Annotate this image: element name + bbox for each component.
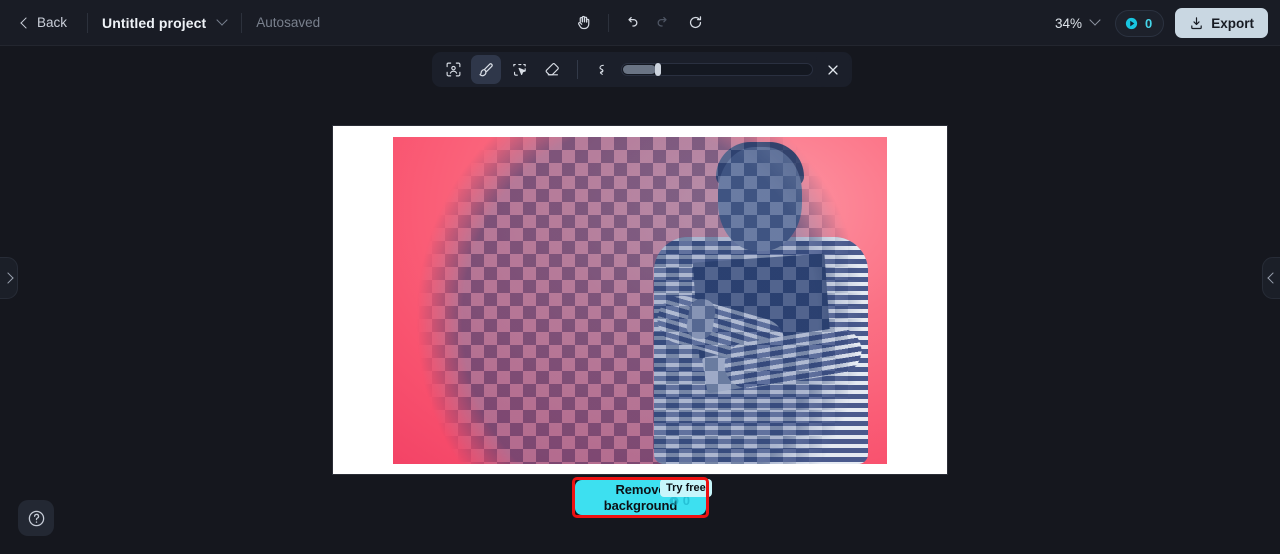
- select-subject-icon: [446, 62, 460, 77]
- image-editor-app: Back Untitled project Autosaved 34% 0 Ex…: [0, 0, 1280, 554]
- download-icon: [1191, 16, 1203, 29]
- slider-handle[interactable]: [655, 63, 661, 76]
- help-circle-icon: [28, 510, 44, 526]
- chevron-down-icon: [1090, 18, 1100, 28]
- close-brush-panel-button[interactable]: [816, 52, 850, 87]
- zoom-control[interactable]: 34%: [1051, 12, 1104, 35]
- credits-count: 0: [1145, 15, 1153, 31]
- chevron-down-icon: [217, 18, 227, 28]
- redo-button[interactable]: [649, 8, 679, 38]
- credits-badge[interactable]: 0: [1115, 9, 1165, 37]
- export-button-label: Export: [1211, 15, 1254, 31]
- canvas-image[interactable]: [393, 137, 887, 464]
- brush-tool-panel: [432, 52, 852, 87]
- help-button[interactable]: [18, 500, 54, 536]
- back-button[interactable]: Back: [14, 10, 73, 35]
- project-title[interactable]: Untitled project: [102, 15, 206, 31]
- brush-size-control: [588, 60, 846, 80]
- topbar-right-group: 34% 0 Export: [1051, 0, 1268, 46]
- chevron-left-icon: [20, 18, 30, 28]
- divider: [577, 60, 578, 79]
- reset-button[interactable]: [681, 8, 711, 38]
- brush-button[interactable]: [471, 55, 501, 84]
- magic-select-button[interactable]: [504, 55, 534, 84]
- selection-mask-overlay: [393, 137, 887, 464]
- credit-token-icon: [1125, 17, 1138, 29]
- topbar-left-group: Back Untitled project Autosaved: [0, 0, 320, 46]
- annotation-highlight-rectangle: [572, 477, 709, 518]
- undo-button[interactable]: [617, 8, 647, 38]
- chevron-right-icon: [4, 273, 14, 283]
- chevron-left-icon: [1267, 273, 1277, 283]
- zoom-level-label: 34%: [1054, 15, 1082, 31]
- history-controls: [555, 0, 725, 46]
- eraser-icon: [545, 63, 559, 76]
- brush-size-small-icon: [599, 64, 604, 75]
- top-toolbar: Back Untitled project Autosaved 34% 0 Ex…: [0, 0, 1280, 46]
- pan-tool-button[interactable]: [570, 8, 600, 38]
- slider-fill: [623, 65, 656, 74]
- divider: [241, 12, 243, 33]
- brush-icon: [479, 62, 493, 76]
- select-subject-button[interactable]: [438, 55, 468, 84]
- canvas-page[interactable]: [333, 126, 947, 474]
- magic-select-icon: [512, 63, 526, 76]
- divider: [87, 12, 89, 33]
- brush-size-small-button[interactable]: [592, 60, 612, 80]
- brush-size-slider[interactable]: [621, 63, 813, 76]
- autosave-status: Autosaved: [256, 15, 321, 30]
- left-panel-toggle[interactable]: [0, 257, 18, 299]
- project-menu-button[interactable]: [217, 18, 227, 28]
- back-button-label: Back: [37, 15, 68, 30]
- close-icon: [828, 64, 838, 75]
- eraser-button[interactable]: [537, 55, 567, 84]
- right-panel-toggle[interactable]: [1262, 257, 1280, 299]
- divider: [607, 13, 609, 32]
- export-button[interactable]: Export: [1175, 8, 1268, 38]
